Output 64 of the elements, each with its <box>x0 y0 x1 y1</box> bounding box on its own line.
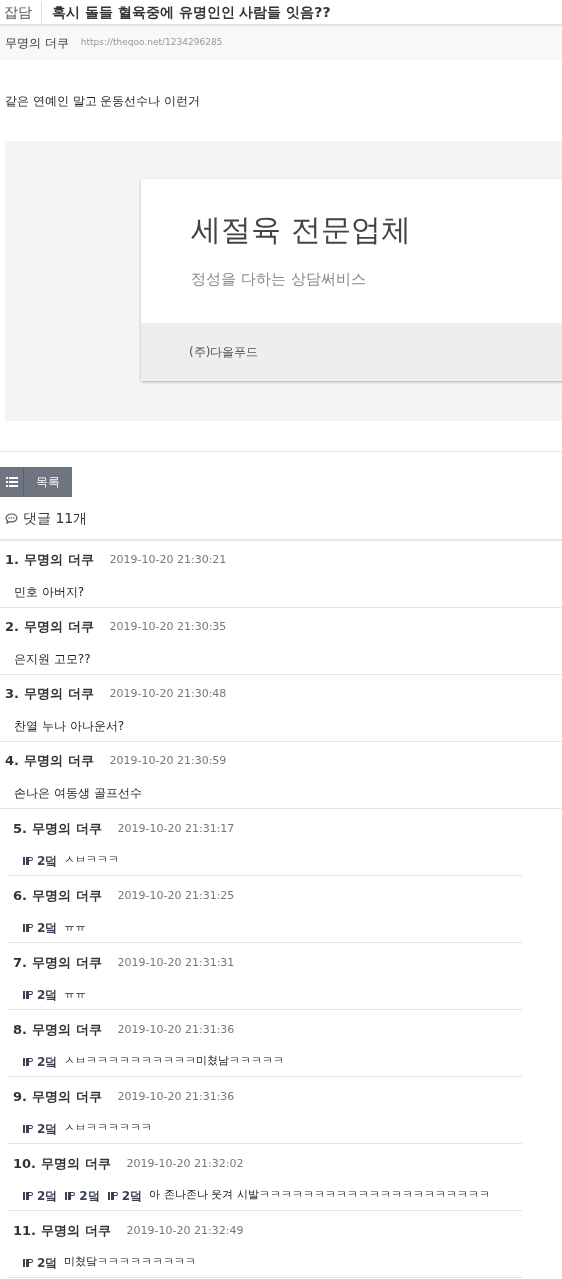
comment-count: 댓글 11개 <box>23 508 88 528</box>
comment-number: 6. <box>13 887 27 905</box>
comment-time: 2019-10-20 21:31:17 <box>117 820 235 837</box>
post-body: 같은 연예인 말고 운동선수나 이런거 <box>4 93 202 110</box>
comment-author: 무명의 더쿠 <box>32 1088 102 1106</box>
comment-author: 무명의 더쿠 <box>32 1021 102 1039</box>
mention-tag[interactable]: 2덬 <box>37 1052 58 1071</box>
post-title: 혹시 돌들 혈육중에 유명인인 사람들 잇음?? <box>52 2 331 22</box>
comment-author: 무명의 더쿠 <box>41 1155 111 1173</box>
comment-number: 9. <box>13 1088 27 1106</box>
comment-author: 무명의 더쿠 <box>32 820 102 838</box>
comment-number: 5. <box>13 820 27 838</box>
post-category[interactable]: 잡담 <box>0 1 42 23</box>
comment-time: 2019-10-20 21:30:48 <box>109 685 227 702</box>
comment-text: ㅠㅠ <box>64 986 87 1003</box>
comment-time: 2019-10-20 21:30:35 <box>109 618 227 635</box>
ad-headline[interactable]: 세절육 전문업체 <box>191 207 562 252</box>
ad-company: (주)다올푸드 <box>189 344 259 361</box>
comment-text: ㅠㅠ <box>64 919 87 936</box>
comment-number: 3. <box>5 685 19 703</box>
comment-author: 무명의 더쿠 <box>24 551 94 569</box>
comment-text: 은지원 고모?? <box>14 650 91 668</box>
comment-time: 2019-10-20 21:30:59 <box>109 752 227 769</box>
comment-time: 2019-10-20 21:31:31 <box>117 954 235 971</box>
post-author: 무명의 더쿠 <box>4 35 69 52</box>
ad-tagline: 정성을 다하는 상담써비스 <box>191 269 367 290</box>
comment-number: 1. <box>5 551 19 569</box>
comment-number: 11. <box>13 1222 37 1240</box>
comment-text: 손나은 여동생 골프선수 <box>14 784 142 802</box>
mention-tag[interactable]: 2덬 <box>121 1186 143 1205</box>
comment-time: 2019-10-20 21:30:21 <box>109 551 227 568</box>
comment-author: 무명의 더쿠 <box>41 1222 111 1240</box>
comment-author: 무명의 더쿠 <box>32 887 102 905</box>
speech-bubble-icon <box>5 512 18 524</box>
comment-text: ㅅㅂㅋㅋㅋㅋㅋㅋ <box>64 1120 153 1137</box>
comment-time: 2019-10-20 21:31:36 <box>117 1088 235 1105</box>
comment-time: 2019-10-20 21:31:25 <box>117 887 235 904</box>
comment-text: ㅅㅂㅋㅋㅋ <box>64 852 120 869</box>
mention-tag[interactable]: 2덬 <box>37 851 58 870</box>
comment-author: 무명의 더쿠 <box>24 685 94 703</box>
list-icon <box>5 477 18 487</box>
comment-number: 2. <box>5 618 19 636</box>
comment-author: 무명의 더쿠 <box>24 752 94 770</box>
mention-tag[interactable]: 2덬 <box>79 1186 100 1205</box>
mention-tag[interactable]: 2덬 <box>37 1253 58 1272</box>
comment-time: 2019-10-20 21:31:36 <box>117 1021 235 1038</box>
mention-tag[interactable]: 2덬 <box>37 918 58 937</box>
comment-text: 미쳤닼ㅋㅋㅋㅋㅋㅋㅋㅋㅋ <box>64 1254 197 1271</box>
mention-tag[interactable]: 2덬 <box>37 1119 58 1138</box>
comment-text: 아 존나존나 웃겨 시발ㅋㅋㅋㅋㅋㅋㅋㅋㅋㅋㅋㅋㅋㅋㅋㅋㅋㅋㅋㅋㅋ <box>149 1187 490 1204</box>
comment-text: 민호 아버지? <box>14 583 85 601</box>
mention-tag[interactable]: 2덬 <box>37 1186 58 1205</box>
comment-time: 2019-10-20 21:32:02 <box>126 1155 244 1172</box>
comment-text: ㅅㅂㅋㅋㅋㅋㅋㅋㅋㅋㅋㅋ미쳤남ㅋㅋㅋㅋㅋ <box>64 1053 285 1070</box>
comment-number: 4. <box>5 752 19 770</box>
list-button[interactable]: 목록 <box>0 467 72 497</box>
comment-number: 10. <box>13 1155 37 1173</box>
mention-tag[interactable]: 2덬 <box>37 985 58 1004</box>
comment-time: 2019-10-20 21:32:49 <box>126 1222 244 1239</box>
comment-number: 7. <box>13 954 27 972</box>
comment-text: 찬열 누나 아나운서? <box>14 717 124 735</box>
comment-number: 8. <box>13 1021 27 1039</box>
comment-author: 무명의 더쿠 <box>24 618 94 636</box>
comment-author: 무명의 더쿠 <box>32 954 102 972</box>
